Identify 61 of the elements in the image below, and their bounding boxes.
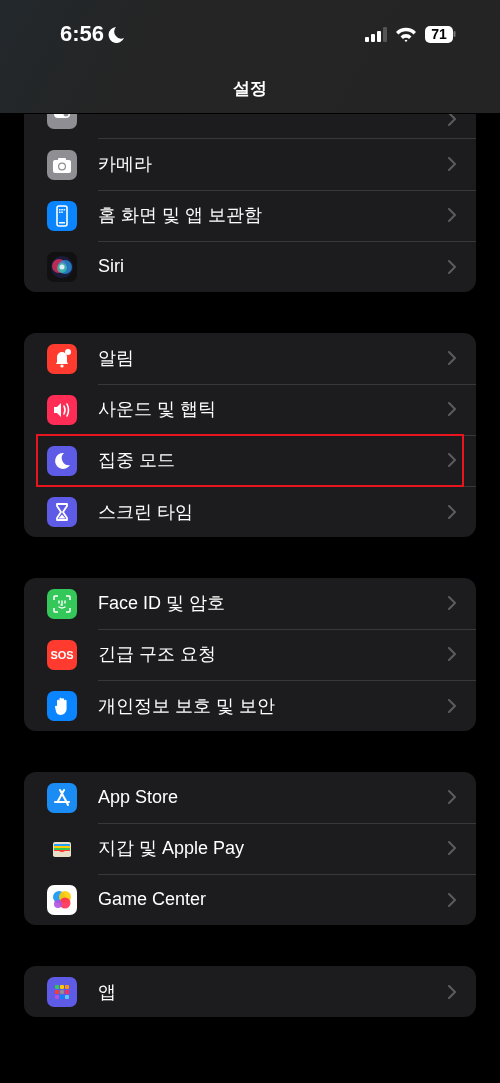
bell-icon <box>47 343 77 374</box>
speaker-icon <box>47 394 77 425</box>
settings-row[interactable]: 알림 <box>24 333 476 384</box>
signal-icon <box>365 26 387 42</box>
row-label: 사운드 및 햅틱 <box>98 398 217 421</box>
row-label: Game Center <box>98 889 208 910</box>
settings-row[interactable]: 카메라 <box>24 139 476 190</box>
settings-row[interactable]: 앱 <box>24 966 476 1017</box>
chevron-icon <box>448 790 456 804</box>
settings-row[interactable]: Siri <box>24 241 476 292</box>
row-label: 긴급 구조 요청 <box>98 643 217 666</box>
page-title: 설정 <box>233 78 267 100</box>
app-store-icon <box>47 782 77 813</box>
row-label: 알림 <box>98 347 135 370</box>
row-label: Siri <box>98 256 125 277</box>
hand-icon <box>47 690 77 721</box>
chevron-icon <box>448 647 456 661</box>
row-label: 지갑 및 Apple Pay <box>98 837 246 860</box>
app-grid-icon <box>47 976 77 1007</box>
chevron-icon <box>448 351 456 365</box>
wifi-icon <box>395 26 417 42</box>
camera-icon <box>47 149 77 180</box>
row-label: 홈 화면 및 앱 보관함 <box>98 204 263 227</box>
settings-row[interactable]: 사운드 및 햅틱 <box>24 384 476 435</box>
settings-row[interactable]: 스크린 타임 <box>24 486 476 537</box>
row-label: 카메라 <box>98 153 153 176</box>
chevron-icon <box>448 208 456 222</box>
settings-row[interactable]: 개인정보 보호 및 보안 <box>24 680 476 731</box>
chevron-icon <box>448 402 456 416</box>
chevron-icon <box>448 984 456 999</box>
chevron-icon <box>448 841 456 855</box>
hourglass-icon <box>47 496 77 527</box>
settings-row[interactable]: 집중 모드 <box>24 435 476 486</box>
chevron-icon <box>448 259 456 274</box>
chevron-icon <box>448 114 456 126</box>
row-label: Face ID 및 암호 <box>98 592 227 615</box>
chevron-icon <box>448 504 456 519</box>
row-label: 스크린 타임 <box>98 500 194 524</box>
status-time: 6:56 <box>60 21 105 47</box>
phone-icon <box>47 200 77 231</box>
chevron-icon <box>448 596 456 610</box>
settings-row[interactable]: 홈 화면 및 앱 보관함 <box>24 190 476 241</box>
settings-row[interactable]: App Store <box>24 772 476 823</box>
row-label: 개인정보 보호 및 보안 <box>98 694 276 718</box>
sos-icon: SOS <box>47 639 77 670</box>
settings-row[interactable]: 지갑 및 Apple Pay <box>24 823 476 874</box>
settings-row[interactable]: Game Center <box>24 874 476 925</box>
chevron-icon <box>448 453 456 467</box>
chevron-icon <box>448 157 456 171</box>
orb-icon <box>47 251 77 282</box>
row-label: App Store <box>98 786 180 808</box>
settings-row[interactable]: Face ID 및 암호 <box>24 578 476 629</box>
row-label: 집중 모드 <box>98 449 176 472</box>
settings-row[interactable]: SOS 긴급 구조 요청 <box>24 629 476 680</box>
moon-icon <box>47 445 77 476</box>
battery-icon: 71 <box>425 25 456 43</box>
bubbles-icon <box>47 884 77 915</box>
row-label: 앱 <box>98 980 117 1004</box>
face-scan-icon <box>47 588 77 619</box>
chevron-icon <box>448 892 456 907</box>
chevron-icon <box>448 698 456 713</box>
